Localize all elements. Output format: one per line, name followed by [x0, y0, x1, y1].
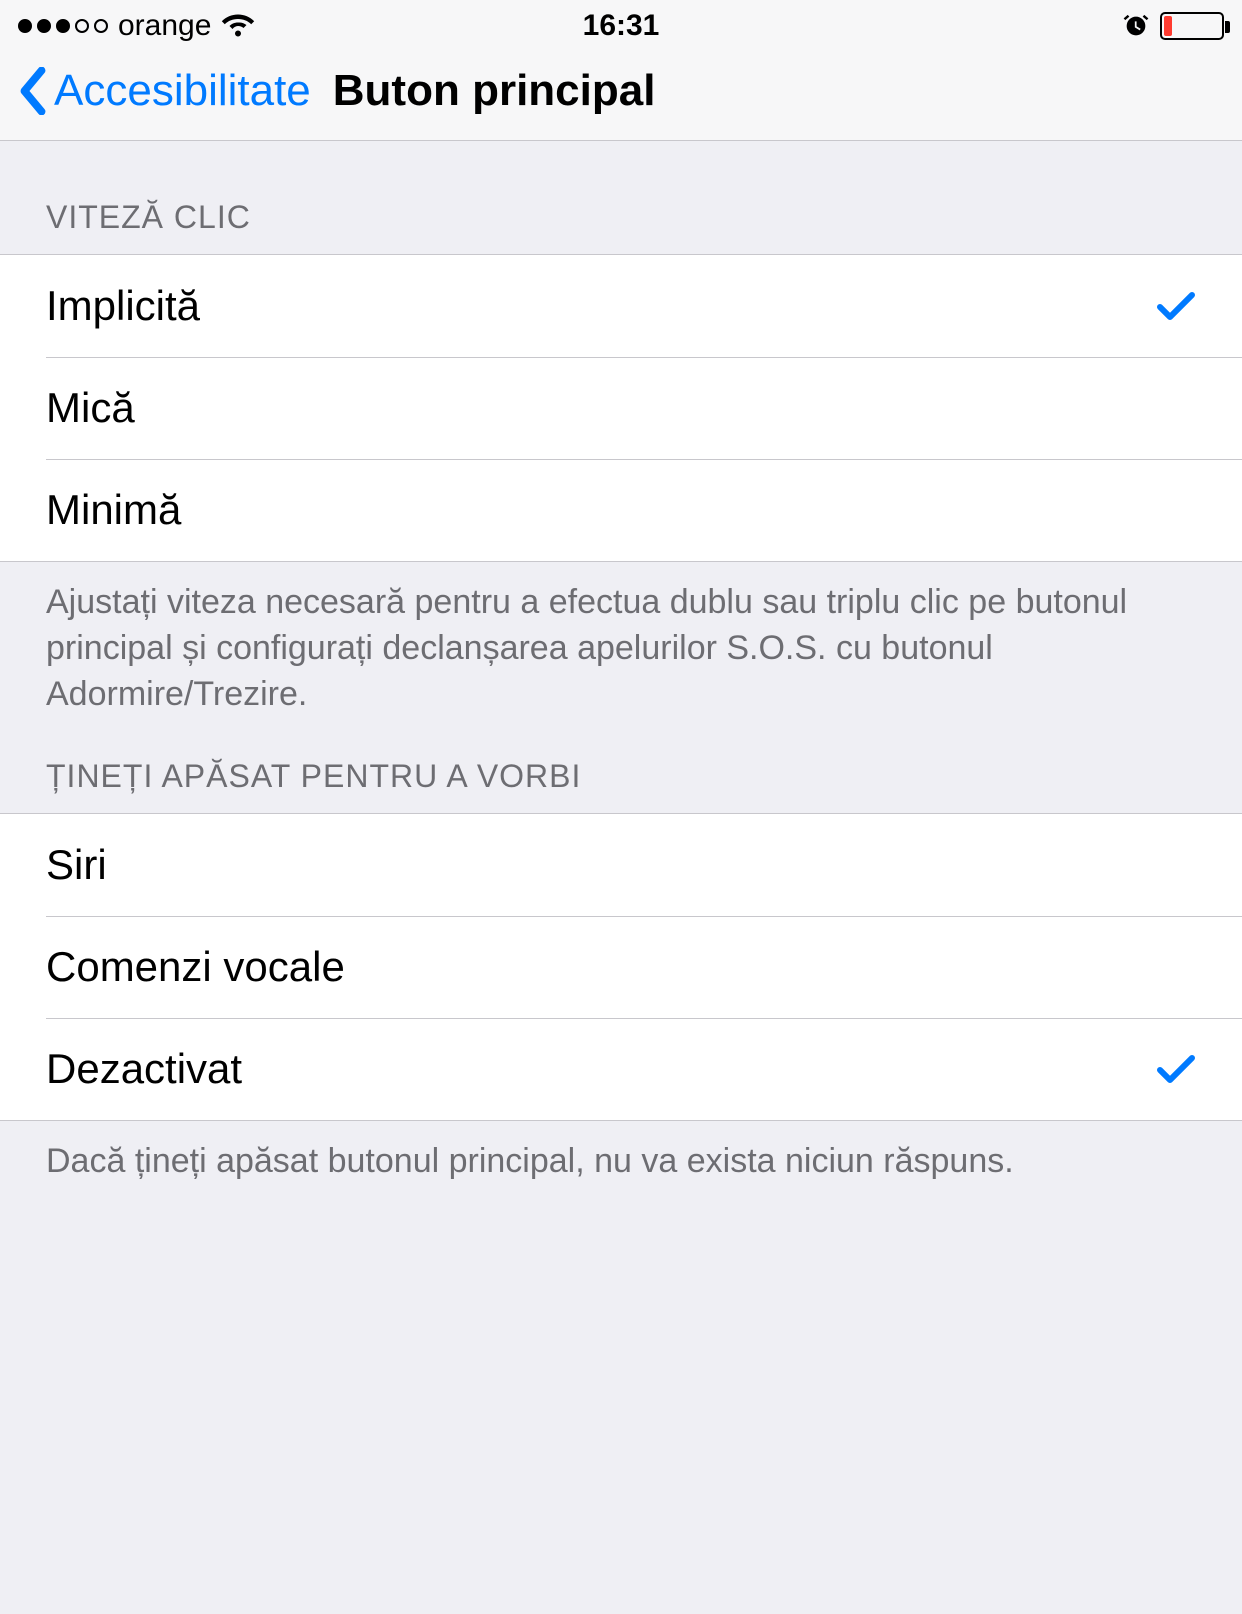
back-label: Accesibilitate — [54, 66, 311, 116]
status-left: orange — [18, 9, 255, 43]
section-rows: Implicită Mică Minimă — [0, 254, 1242, 562]
page-title: Buton principal — [333, 66, 656, 116]
option-label: Minimă — [46, 486, 181, 534]
option-label: Siri — [46, 841, 107, 889]
navigation-bar: Accesibilitate Buton principal — [0, 52, 1242, 141]
option-slow[interactable]: Mică — [0, 357, 1242, 459]
option-label: Dezactivat — [46, 1045, 242, 1093]
option-label: Comenzi vocale — [46, 943, 345, 991]
chevron-left-icon — [18, 67, 48, 115]
back-button[interactable]: Accesibilitate — [18, 66, 311, 116]
status-time: 16:31 — [583, 9, 660, 43]
section-header: VITEZĂ CLIC — [0, 199, 1242, 254]
option-slowest[interactable]: Minimă — [0, 459, 1242, 561]
section-footer: Dacă țineți apăsat butonul principal, nu… — [0, 1121, 1242, 1225]
wifi-icon — [221, 13, 255, 39]
battery-icon — [1160, 12, 1224, 40]
section-rows: Siri Comenzi vocale Dezactivat — [0, 813, 1242, 1121]
alarm-icon — [1122, 12, 1150, 40]
option-label: Implicită — [46, 282, 200, 330]
option-siri[interactable]: Siri — [0, 814, 1242, 916]
section-click-speed: VITEZĂ CLIC Implicită Mică Minimă Ajusta… — [0, 199, 1242, 758]
option-voice-control[interactable]: Comenzi vocale — [0, 916, 1242, 1018]
signal-strength-icon — [18, 19, 108, 33]
option-off[interactable]: Dezactivat — [0, 1018, 1242, 1120]
option-default[interactable]: Implicită — [0, 255, 1242, 357]
carrier-label: orange — [118, 9, 211, 43]
section-header: ȚINEȚI APĂSAT PENTRU A VORBI — [0, 758, 1242, 813]
checkmark-icon — [1156, 1053, 1196, 1085]
option-label: Mică — [46, 384, 135, 432]
status-bar: orange 16:31 — [0, 0, 1242, 52]
status-right — [1122, 12, 1224, 40]
section-press-hold: ȚINEȚI APĂSAT PENTRU A VORBI Siri Comenz… — [0, 758, 1242, 1225]
checkmark-icon — [1156, 290, 1196, 322]
section-footer: Ajustați viteza necesară pentru a efectu… — [0, 562, 1242, 758]
